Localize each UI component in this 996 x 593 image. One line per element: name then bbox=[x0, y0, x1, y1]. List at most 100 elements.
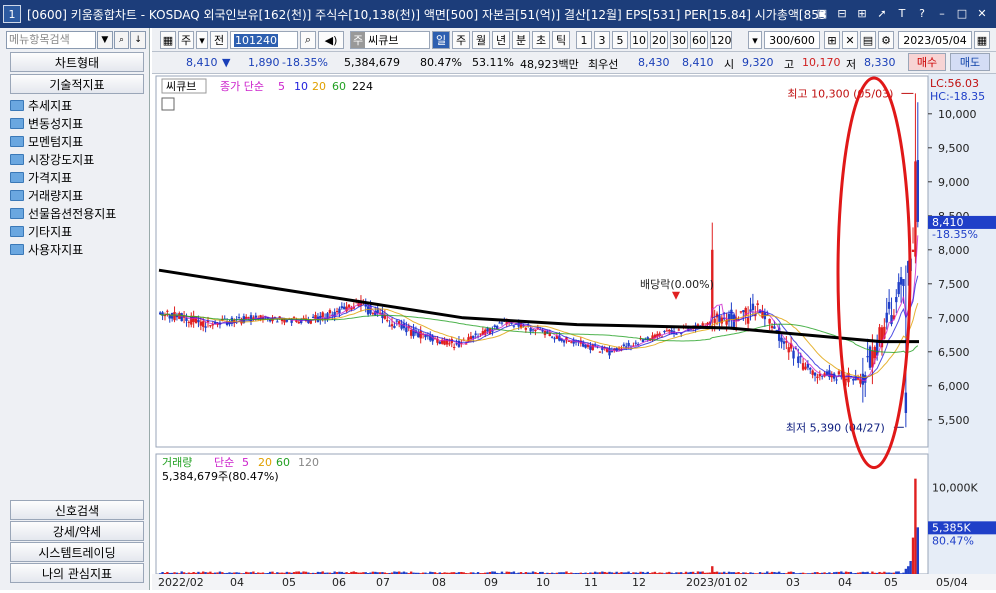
volume-bar bbox=[218, 571, 222, 574]
system-trading-button[interactable]: 시스템트레이딩 bbox=[10, 542, 144, 562]
search-icon[interactable]: ⌕ bbox=[300, 31, 316, 49]
volume-bar bbox=[436, 573, 439, 574]
tree-item[interactable]: 변동성지표 bbox=[10, 114, 144, 132]
tree-item[interactable]: 가격지표 bbox=[10, 168, 144, 186]
minimize-button[interactable]: – bbox=[934, 5, 950, 21]
candle-body bbox=[782, 341, 786, 344]
volume-bar bbox=[371, 571, 375, 574]
volume-bar bbox=[660, 572, 664, 574]
minute-3[interactable]: 3 bbox=[594, 31, 610, 49]
tree-item[interactable]: 시장강도지표 bbox=[10, 150, 144, 168]
volume-bar bbox=[354, 572, 358, 574]
sound-icon[interactable]: ◀) bbox=[318, 31, 344, 49]
signal-search-button[interactable]: 신호검색 bbox=[10, 500, 144, 520]
chevron-down-icon[interactable]: ▾ bbox=[196, 31, 208, 49]
high-price: 10,170 bbox=[802, 56, 841, 69]
volume-bar bbox=[433, 572, 437, 574]
minute-10[interactable]: 10 bbox=[630, 31, 648, 49]
candle-body bbox=[665, 330, 669, 332]
calendar-icon[interactable]: ▦ bbox=[974, 31, 990, 49]
close-button[interactable]: ✕ bbox=[974, 5, 990, 21]
strength-button[interactable]: 강세/약세 bbox=[10, 521, 144, 541]
save-icon[interactable]: ▤ bbox=[860, 31, 876, 49]
chevron-down-icon[interactable]: ▾ bbox=[748, 31, 762, 49]
volume-bar bbox=[739, 573, 743, 574]
low-annotation: 최저 5,390 (04/27) bbox=[786, 421, 885, 434]
x-tick-label: 03 bbox=[786, 576, 800, 589]
stock-code-input[interactable]: 101240 bbox=[230, 31, 298, 49]
folder-icon bbox=[10, 153, 24, 165]
minute-60[interactable]: 60 bbox=[690, 31, 708, 49]
volume-bar bbox=[419, 573, 422, 574]
window-tool-icon[interactable]: ▣ bbox=[814, 5, 830, 21]
minute-30[interactable]: 30 bbox=[670, 31, 688, 49]
tree-item[interactable]: 거래량지표 bbox=[10, 186, 144, 204]
tab-chart-type[interactable]: 차트형태 bbox=[10, 52, 144, 72]
data-count-input[interactable]: 300/600 bbox=[764, 31, 820, 49]
buy-button[interactable]: 매수 bbox=[908, 53, 946, 71]
volume-bar bbox=[202, 571, 205, 574]
volume-bar bbox=[718, 572, 721, 574]
my-indicators-button[interactable]: 나의 관심지표 bbox=[10, 563, 144, 583]
stock-name-field[interactable]: 주 씨큐브 bbox=[350, 31, 430, 49]
volume-bar bbox=[197, 571, 200, 574]
volume-bar bbox=[589, 572, 592, 574]
period-week-button[interactable]: 주 bbox=[178, 31, 194, 49]
timeframe-month[interactable]: 월 bbox=[472, 31, 490, 49]
volume-bar bbox=[390, 572, 394, 574]
volume-bar bbox=[417, 572, 420, 574]
pin-icon[interactable]: ➚ bbox=[874, 5, 890, 21]
minute-20[interactable]: 20 bbox=[650, 31, 668, 49]
menu-search-input[interactable]: 메뉴항목검색 bbox=[6, 31, 96, 49]
timeframe-minute[interactable]: 분 bbox=[512, 31, 530, 49]
window-tool-icon[interactable]: ⊞ bbox=[854, 5, 870, 21]
gear-icon[interactable]: ⚙ bbox=[878, 31, 894, 49]
volume-bar bbox=[560, 572, 563, 574]
volume-bar bbox=[424, 572, 427, 574]
volume-bar bbox=[620, 572, 623, 574]
sell-button[interactable]: 매도 bbox=[950, 53, 990, 71]
legend-ma-5: 5 bbox=[278, 80, 285, 93]
search-icon[interactable]: ⌕ bbox=[113, 31, 130, 49]
volume-bar bbox=[295, 571, 298, 574]
prev-button[interactable]: 전 bbox=[210, 31, 228, 49]
volume-bar bbox=[338, 571, 341, 574]
minute-1[interactable]: 1 bbox=[576, 31, 592, 49]
crosshair-icon[interactable]: ✕ bbox=[842, 31, 858, 49]
tab-technical-indicators[interactable]: 기술적지표 bbox=[10, 74, 144, 94]
price-chart-svg[interactable]: 5,5006,0006,5007,0007,5008,0008,5009,000… bbox=[152, 74, 996, 590]
maximize-button[interactable]: □ bbox=[954, 5, 970, 21]
dropdown-icon[interactable]: ▼ bbox=[96, 31, 113, 49]
timeframe-day[interactable]: 일 bbox=[432, 31, 450, 49]
volume-bar bbox=[725, 572, 728, 574]
zoom-icon[interactable]: ⊞ bbox=[824, 31, 840, 49]
help-icon[interactable]: ? bbox=[914, 5, 930, 21]
down-arrow-icon[interactable]: ↓ bbox=[130, 31, 146, 49]
volume-bar bbox=[357, 572, 360, 574]
candle-body bbox=[180, 313, 183, 322]
volume-bar bbox=[395, 571, 398, 574]
minute-120[interactable]: 120 bbox=[710, 31, 732, 49]
volume-bar bbox=[680, 572, 683, 574]
volume-bar bbox=[264, 573, 267, 574]
candle-body bbox=[617, 348, 621, 350]
timeframe-second[interactable]: 초 bbox=[532, 31, 550, 49]
volume-bar bbox=[249, 572, 253, 574]
timeframe-week[interactable]: 주 bbox=[452, 31, 470, 49]
text-icon[interactable]: T bbox=[894, 5, 910, 21]
timeframe-year[interactable]: 년 bbox=[492, 31, 510, 49]
volume-bar bbox=[374, 571, 377, 574]
tree-item[interactable]: 선물옵션전용지표 bbox=[10, 204, 144, 222]
tree-item[interactable]: 추세지표 bbox=[10, 96, 144, 114]
window-tool-icon[interactable]: ⊟ bbox=[834, 5, 850, 21]
date-input[interactable]: 2023/05/04 bbox=[898, 31, 972, 49]
timeframe-tick[interactable]: 틱 bbox=[552, 31, 570, 49]
tree-item[interactable]: 사용자지표 bbox=[10, 240, 144, 258]
tree-item[interactable]: 기타지표 bbox=[10, 222, 144, 240]
minute-5[interactable]: 5 bbox=[612, 31, 628, 49]
tree-item[interactable]: 모멘텀지표 bbox=[10, 132, 144, 150]
volume-bar bbox=[421, 572, 425, 574]
grid-icon[interactable]: ▦ bbox=[160, 31, 176, 49]
legend-ma-60: 60 bbox=[332, 80, 346, 93]
candle-body bbox=[335, 311, 339, 313]
